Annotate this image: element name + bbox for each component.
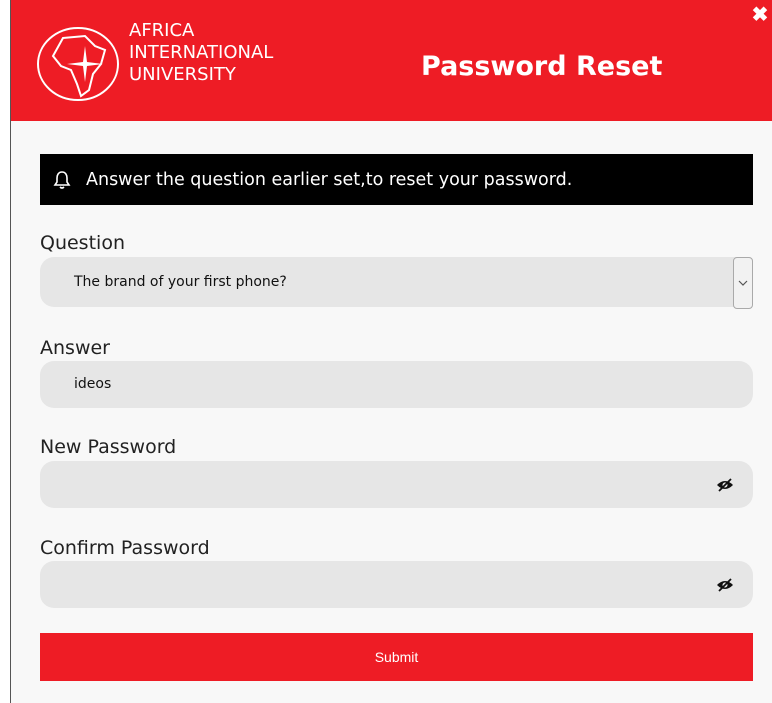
bell-icon — [53, 170, 71, 189]
eye-slash-icon[interactable] — [716, 478, 734, 492]
chevron-down-icon[interactable] — [733, 257, 753, 309]
alert-text: Answer the question earlier set,to reset… — [86, 169, 573, 190]
university-name-line1: AFRICA — [129, 20, 195, 41]
new-password-label: New Password — [40, 436, 177, 458]
university-name: AFRICA INTERNATIONAL UNIVERSITY — [129, 20, 273, 86]
university-name-line2: INTERNATIONAL — [129, 42, 274, 63]
answer-input[interactable]: ideos — [40, 361, 753, 408]
question-label: Question — [40, 232, 125, 254]
eye-slash-icon[interactable] — [716, 578, 734, 592]
new-password-input[interactable] — [40, 461, 753, 508]
info-alert: Answer the question earlier set,to reset… — [40, 154, 753, 205]
answer-label: Answer — [40, 337, 110, 359]
submit-button[interactable]: Submit — [40, 633, 753, 681]
close-icon[interactable]: ✖ — [750, 5, 770, 25]
page-title: Password Reset — [421, 51, 663, 82]
university-name-line3: UNIVERSITY — [129, 64, 236, 85]
answer-input-value: ideos — [74, 376, 112, 392]
university-logo — [37, 27, 119, 101]
question-select-value: The brand of your first phone? — [74, 274, 287, 290]
modal-header: AFRICA INTERNATIONAL UNIVERSITY Password… — [11, 0, 772, 121]
confirm-password-label: Confirm Password — [40, 537, 210, 559]
confirm-password-input[interactable] — [40, 561, 753, 608]
question-select[interactable]: The brand of your first phone? — [40, 257, 753, 309]
password-reset-modal: AFRICA INTERNATIONAL UNIVERSITY Password… — [10, 0, 772, 703]
